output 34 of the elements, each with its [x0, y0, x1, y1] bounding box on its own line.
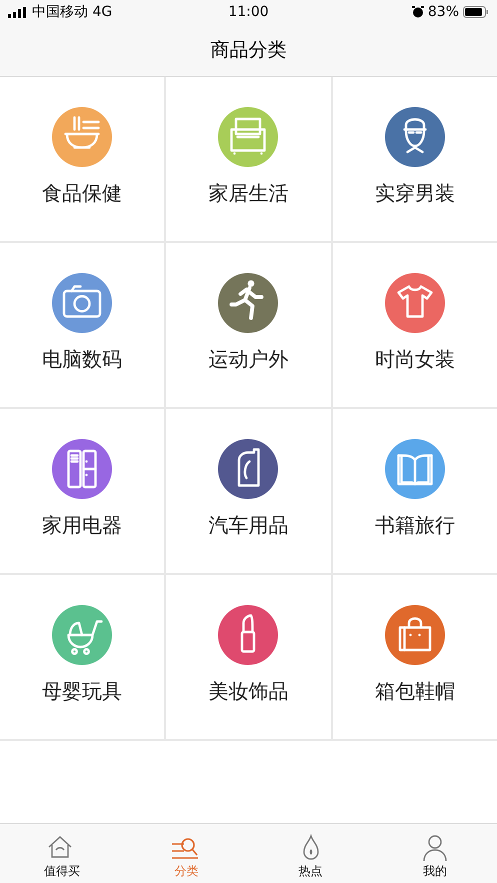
clock-time: 11:00	[228, 4, 269, 20]
category-label[interactable]: 书籍旅行	[374, 512, 455, 538]
battery-icon	[463, 6, 489, 18]
category-label[interactable]: 箱包鞋帽	[374, 678, 455, 704]
tab-item[interactable]: 值得买	[0, 824, 124, 883]
armchair-icon[interactable]	[218, 107, 278, 167]
tab-item[interactable]: 我的	[372, 824, 497, 883]
open-book-icon[interactable]	[384, 439, 445, 499]
lipstick-icon[interactable]	[218, 605, 278, 665]
signal-icon	[8, 6, 28, 18]
category-label[interactable]: 家居生活	[208, 180, 288, 206]
runner-icon[interactable]	[218, 273, 278, 333]
category-label[interactable]: 实穿男装	[374, 180, 455, 206]
category-label[interactable]: 运动户外	[208, 346, 288, 372]
refrigerator-icon[interactable]	[52, 439, 112, 499]
man-portrait-icon[interactable]	[384, 107, 445, 167]
tshirt-icon[interactable]	[384, 273, 445, 333]
category-label[interactable]: 食品保健	[42, 180, 122, 206]
category-label[interactable]: 电脑数码	[42, 346, 122, 372]
stroller-icon[interactable]	[52, 605, 112, 665]
category-label[interactable]: 汽车用品	[208, 512, 288, 538]
category-label[interactable]: 家用电器	[42, 512, 122, 538]
carrier-text: 中国移动 4G	[32, 2, 112, 22]
battery-percent: 83%	[428, 2, 459, 22]
tab-item[interactable]: 热点	[248, 824, 373, 883]
alarm-icon	[412, 6, 424, 18]
bowl-icon[interactable]	[52, 107, 112, 167]
category-label[interactable]: 时尚女装	[374, 346, 455, 372]
oil-bottle-icon[interactable]	[218, 439, 278, 499]
page-title: 商品分类	[210, 38, 286, 63]
category-label[interactable]: 美妆饰品	[208, 678, 288, 704]
camera-icon[interactable]	[52, 273, 112, 333]
category-label[interactable]: 母婴玩具	[42, 678, 122, 704]
shopping-bag-icon[interactable]	[384, 605, 445, 665]
